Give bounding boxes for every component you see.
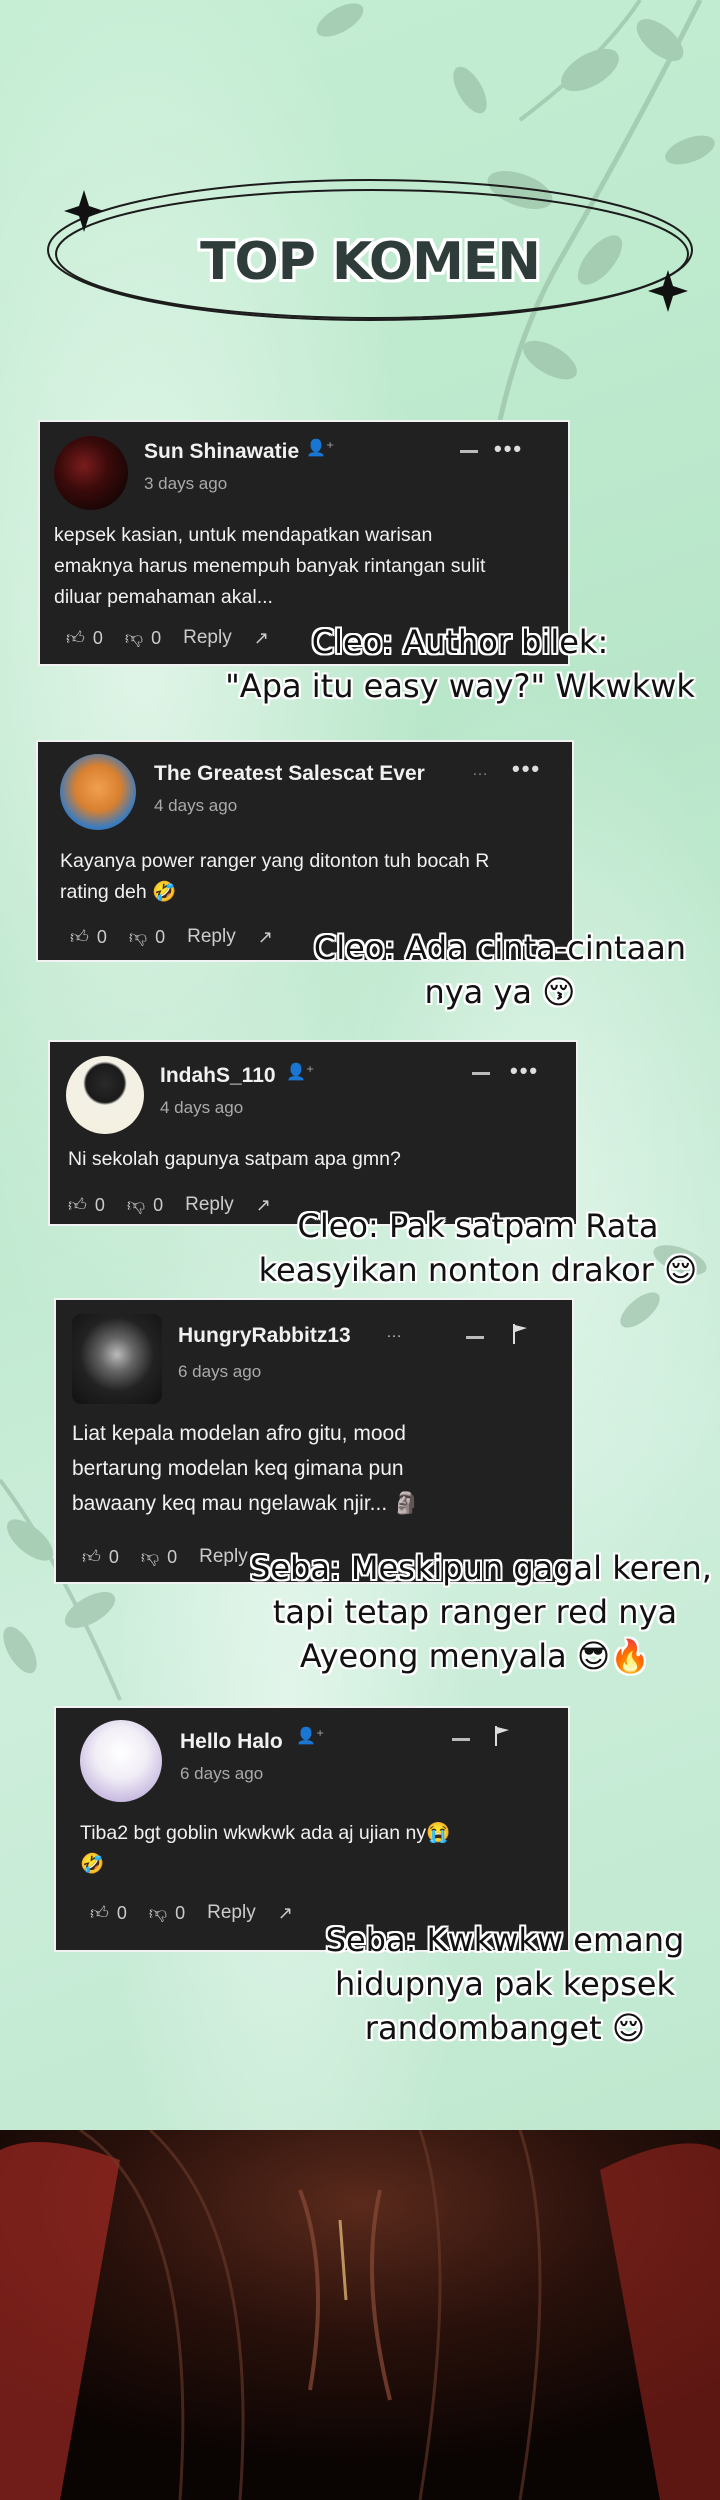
username[interactable]: Sun Shinawatie — [144, 440, 299, 464]
comment-body: Tiba2 bgt goblin wkwkwk ada aj ujian ny😭… — [80, 1822, 451, 1875]
dislike-count: 0 — [167, 1546, 178, 1567]
comment-body: kepsek kasian, untuk mendapatkan warisan… — [54, 524, 486, 608]
comment-actions: 👍︎ 0 👎︎ 0 Reply ↗ — [68, 1194, 271, 1216]
avatar[interactable] — [72, 1314, 162, 1404]
more-options-icon[interactable]: ••• — [510, 1058, 539, 1084]
more-options-icon[interactable]: ••• — [494, 436, 523, 462]
dislike-icon[interactable]: 👎︎ — [127, 1194, 145, 1216]
username[interactable]: IndahS_110 — [160, 1064, 276, 1088]
comment-card: Hello Halo 👤⁺ 6 days ago Tiba2 bgt gobli… — [54, 1706, 570, 1952]
minimize-icon[interactable] — [460, 450, 478, 453]
username[interactable]: The Greatest Salescat Ever — [154, 762, 425, 786]
avatar[interactable] — [54, 436, 128, 510]
username[interactable]: HungryRabbitz13 — [178, 1324, 351, 1348]
dislike-icon[interactable]: 👎︎ — [129, 926, 147, 948]
like-icon[interactable]: 👍︎ — [66, 627, 85, 649]
username[interactable]: Hello Halo — [180, 1730, 283, 1754]
ellipsis-icon: … — [386, 1324, 402, 1341]
like-count: 0 — [92, 627, 103, 648]
share-icon[interactable]: ↗ — [258, 927, 273, 948]
ellipsis-icon: … — [472, 762, 488, 779]
translator-caption: Cleo: Pak satpam Rata keasyikan nonton d… — [258, 1207, 698, 1289]
like-icon[interactable]: 👍︎ — [68, 1194, 87, 1216]
flag-icon[interactable] — [512, 1324, 528, 1344]
like-count: 0 — [96, 926, 107, 947]
dislike-icon[interactable]: 👎︎ — [149, 1902, 167, 1924]
dislike-count: 0 — [153, 1194, 164, 1215]
flag-icon[interactable] — [494, 1726, 510, 1746]
like-count: 0 — [116, 1902, 127, 1923]
translator-caption: Cleo: Author bilek: "Apa itu easy way?" … — [225, 623, 695, 705]
comment-actions: 👍︎ 0 👎︎ 0 Reply ↗ — [90, 1902, 293, 1924]
reply-button[interactable]: Reply — [185, 1194, 234, 1216]
comment-time: 4 days ago — [154, 796, 238, 815]
comic-illustration — [0, 2130, 720, 2500]
title-banner: TOP KOMEN — [40, 170, 700, 330]
comment-time: 6 days ago — [178, 1362, 262, 1381]
more-options-icon[interactable]: ••• — [512, 756, 541, 782]
add-user-icon[interactable]: 👤⁺ — [306, 438, 334, 458]
avatar[interactable] — [80, 1720, 162, 1802]
translator-caption: Seba: Meskipun gagal keren, tapi tetap r… — [250, 1549, 712, 1675]
minimize-icon[interactable] — [472, 1072, 490, 1075]
comic-panel — [0, 2130, 720, 2500]
reply-button[interactable]: Reply — [187, 926, 236, 948]
minimize-icon[interactable] — [452, 1738, 470, 1741]
page-title: TOP KOMEN — [200, 232, 541, 292]
dislike-icon[interactable]: 👎︎ — [141, 1546, 159, 1568]
comment-body: Kayanya power ranger yang ditonton tuh b… — [60, 850, 490, 903]
comment-time: 6 days ago — [180, 1764, 264, 1783]
dislike-icon[interactable]: 👎︎ — [125, 627, 143, 649]
minimize-icon[interactable] — [466, 1336, 484, 1339]
add-user-icon[interactable]: 👤⁺ — [286, 1062, 314, 1082]
comment-body: Ni sekolah gapunya satpam apa gmn? — [68, 1148, 401, 1170]
dislike-count: 0 — [175, 1902, 186, 1923]
like-icon[interactable]: 👍︎ — [70, 926, 89, 948]
dislike-count: 0 — [151, 627, 162, 648]
like-count: 0 — [94, 1194, 105, 1215]
like-icon[interactable]: 👍︎ — [82, 1546, 101, 1568]
dislike-count: 0 — [155, 926, 166, 947]
comment-actions: 👍︎ 0 👎︎ 0 Reply ↗ — [70, 926, 273, 948]
share-icon[interactable]: ↗ — [278, 1903, 293, 1924]
comment-time: 4 days ago — [160, 1098, 244, 1117]
comment-card: HungryRabbitz13 … 6 days ago Liat kepala… — [54, 1298, 574, 1584]
reply-button[interactable]: Reply — [199, 1546, 248, 1568]
translator-caption: Cleo: Ada cinta-cintaan nya ya 😚 — [313, 929, 687, 1011]
like-count: 0 — [108, 1546, 119, 1567]
reply-button[interactable]: Reply — [207, 1902, 256, 1924]
comment-body: Liat kepala modelan afro gitu, mood bert… — [72, 1422, 420, 1515]
avatar[interactable] — [66, 1056, 144, 1134]
like-icon[interactable]: 👍︎ — [90, 1902, 109, 1924]
comment-time: 3 days ago — [144, 474, 228, 493]
avatar[interactable] — [60, 754, 136, 830]
translator-caption: Seba: Kwkwkw emang hidupnya pak kepsek r… — [325, 1921, 685, 2047]
add-user-icon[interactable]: 👤⁺ — [296, 1726, 324, 1746]
comment-card: IndahS_110 👤⁺ 4 days ago ••• Ni sekolah … — [48, 1040, 578, 1226]
comment-actions: 👍︎ 0 👎︎ 0 Reply — [82, 1546, 270, 1568]
